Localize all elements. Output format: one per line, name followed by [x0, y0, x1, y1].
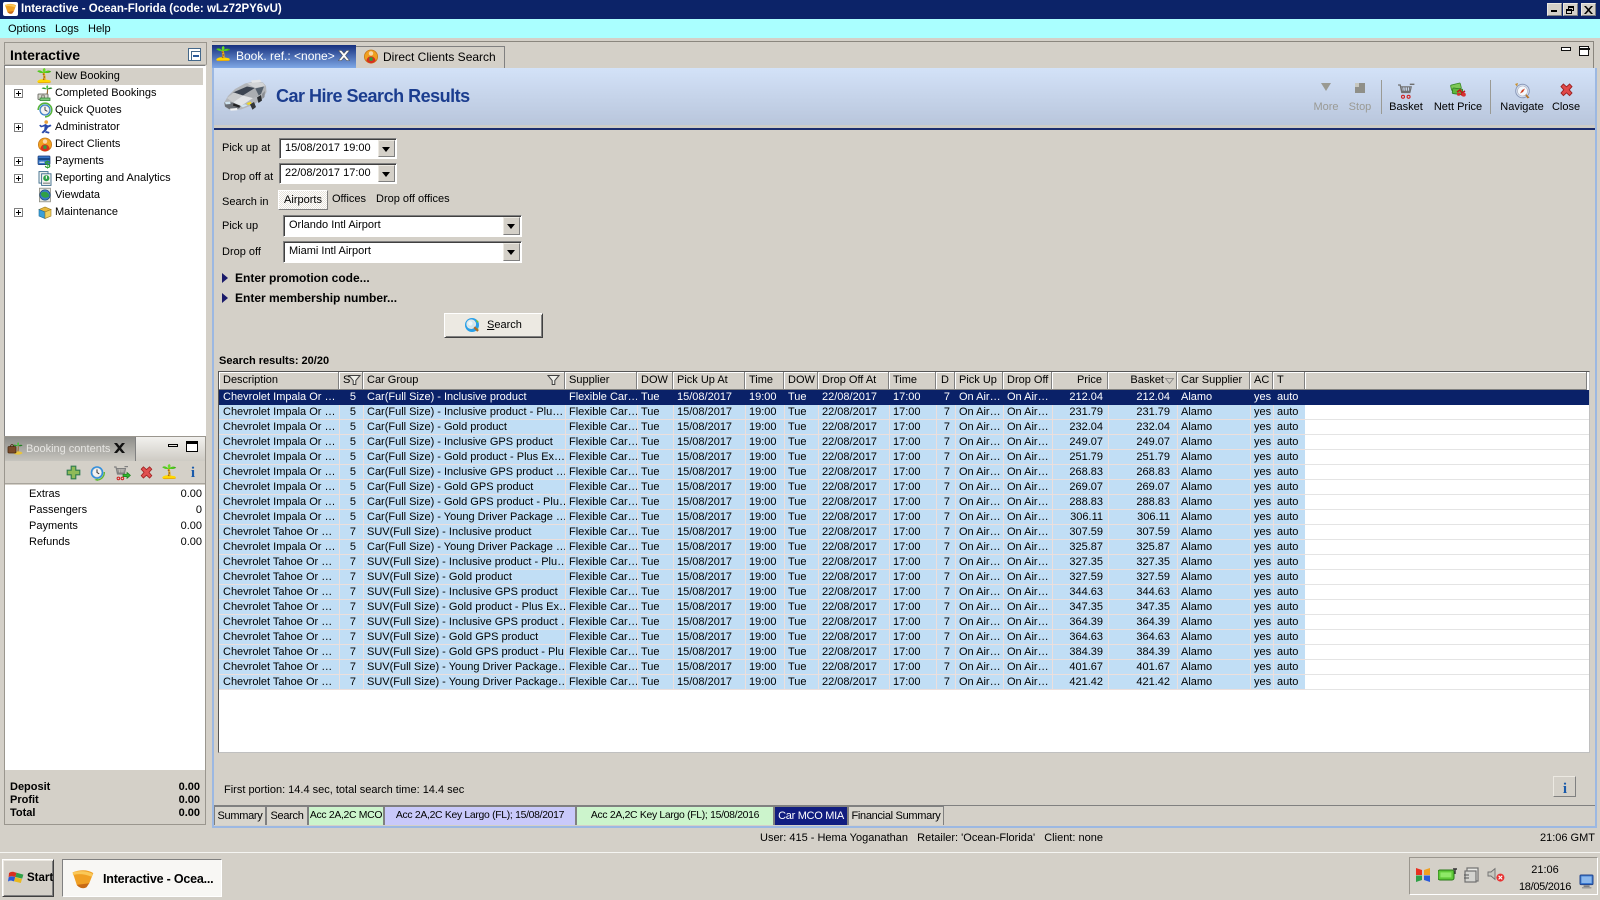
svg-text:i: i [1562, 781, 1566, 795]
svg-text:i: i [191, 465, 195, 479]
svg-text:$: $ [45, 159, 51, 169]
